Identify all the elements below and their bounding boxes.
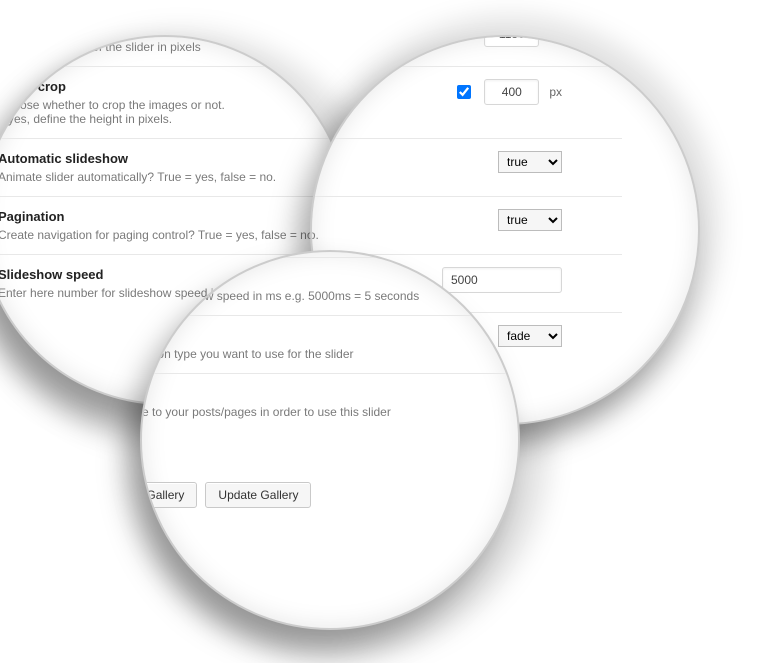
row-shortcode: Shortcode Paste this shortcode to your p… <box>140 373 520 431</box>
slider-width-input[interactable] <box>484 35 539 47</box>
update-gallery-button[interactable]: Update Gallery <box>205 482 311 508</box>
pagination-select[interactable]: true <box>498 209 562 231</box>
slider-crop-checkbox[interactable] <box>457 85 471 99</box>
row-speed: Slideshow speed Enter here number for sl… <box>140 257 520 315</box>
row-autoslide: Automatic slideshow Animate slider autom… <box>310 138 622 196</box>
row-slider-crop: Slider crop Choose whether to crop the i… <box>0 66 350 138</box>
slider-width-title <box>0 35 350 36</box>
slider-crop-desc2: If yes, define the height in pixels. <box>0 112 350 126</box>
autoslide-title: Automatic slideshow <box>0 151 350 166</box>
row-pagination: Pagination Create navigation for paging … <box>140 250 520 257</box>
row-slider-width: Specify the width of the slider in pixel… <box>0 35 350 66</box>
autoslide-desc: Animate slider automatically? True = yes… <box>0 170 350 184</box>
slider-width-desc: Specify the width of the slider in pixel… <box>0 40 350 54</box>
lens-bottom: Specify the width of the slider in pixel… <box>140 250 520 630</box>
animation-title: Animation type <box>140 328 520 343</box>
manage-gallery-button[interactable]: Manage Gallery <box>140 482 197 508</box>
pagination-title: Pagination <box>0 209 350 224</box>
animation-desc: Choose which animation type you want to … <box>140 347 520 361</box>
gallery-buttons: es Manage Gallery Update Gallery <box>140 476 520 522</box>
row-animation: Animation type Choose which animation ty… <box>140 315 520 373</box>
slider-crop-desc2: If yes, define the height in pixels. <box>310 112 604 126</box>
images-section-title: Images <box>140 431 520 476</box>
row-pagination: Pagination Create navigation for paging … <box>0 196 350 254</box>
slider-crop-title: Slider crop <box>0 79 350 94</box>
pagination-desc: Create navigation for paging control? Tr… <box>0 228 350 242</box>
row-slider-crop: Slider crop Choose whether to crop the i… <box>310 66 622 138</box>
unit-label: px <box>549 85 562 99</box>
shortcode-title: Shortcode <box>140 386 520 401</box>
slider-crop-desc1: Choose whether to crop the images or not… <box>0 98 350 112</box>
row-autoslide: Automatic slideshow Animate slider autom… <box>0 138 350 196</box>
shortcode-desc: Paste this shortcode to your posts/pages… <box>140 405 520 419</box>
slider-crop-height-input[interactable] <box>484 79 539 105</box>
row-slider-width: Specify the width of the slider in pixel… <box>310 35 622 66</box>
row-pagination: Pagination Create navigation for paging … <box>310 196 622 254</box>
autoslide-select[interactable]: true <box>498 151 562 173</box>
